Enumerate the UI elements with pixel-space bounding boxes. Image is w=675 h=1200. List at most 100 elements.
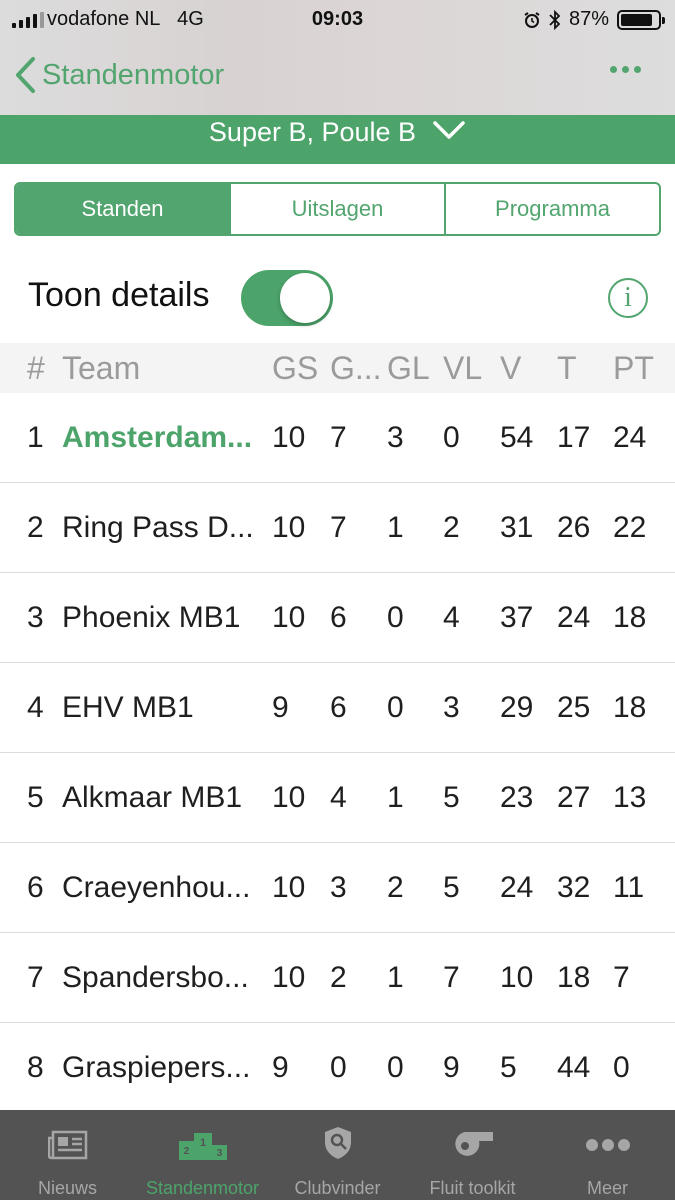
row-t: 18 [557, 960, 591, 994]
details-toggle[interactable] [241, 270, 333, 326]
row-pt: 18 [613, 600, 647, 634]
bottom-tab-bar: Nieuws 12 3 Standenmotor Clubvinder Fluit… [0, 1110, 675, 1200]
tab-clubvinder[interactable]: Clubvinder [270, 1110, 405, 1200]
status-bar: vodafone NL 4G 09:03 87% [0, 0, 675, 40]
row-t: 32 [557, 870, 591, 904]
row-v: 37 [500, 600, 534, 634]
row-pt: 0 [613, 1050, 630, 1084]
row-gs: 10 [272, 780, 306, 814]
row-pos: 1 [27, 420, 44, 454]
row-pos: 3 [27, 600, 44, 634]
bluetooth-icon [549, 9, 561, 30]
row-gs: 9 [272, 690, 289, 724]
table-row[interactable]: 7 Spandersbo... 10 2 1 7 10 18 7 [0, 933, 675, 1023]
row-g: 6 [330, 600, 347, 634]
row-gs: 10 [272, 420, 306, 454]
row-vl: 5 [443, 870, 460, 904]
row-v: 29 [500, 690, 534, 724]
standings-table: 1 Amsterdam... 10 7 3 0 54 17 24 2 Ring … [0, 393, 675, 1113]
tab-programma[interactable]: Programma [444, 184, 659, 234]
header-pt: PT [613, 349, 654, 386]
back-button[interactable]: Standenmotor [14, 56, 224, 94]
table-row[interactable]: 6 Craeyenhou... 10 3 2 5 24 32 11 [0, 843, 675, 933]
alarm-icon [524, 11, 540, 28]
tab-label: Standenmotor [145, 1178, 260, 1198]
row-t: 44 [557, 1050, 591, 1084]
row-team: Spandersbo... [62, 961, 249, 994]
row-team: EHV MB1 [62, 691, 194, 724]
tab-nieuws[interactable]: Nieuws [0, 1110, 135, 1200]
table-row[interactable]: 3 Phoenix MB1 10 6 0 4 37 24 18 [0, 573, 675, 663]
row-pt: 7 [613, 960, 630, 994]
row-pos: 4 [27, 690, 44, 724]
tab-label: Meer [586, 1178, 628, 1198]
table-row[interactable]: 4 EHV MB1 9 6 0 3 29 25 18 [0, 663, 675, 753]
row-vl: 5 [443, 780, 460, 814]
row-v: 5 [500, 1050, 517, 1084]
row-pos: 5 [27, 780, 44, 814]
tab-label: Nieuws [37, 1178, 98, 1198]
row-t: 27 [557, 780, 591, 814]
row-gl: 2 [387, 870, 404, 904]
row-team: Ring Pass D... [62, 511, 254, 544]
row-team: Phoenix MB1 [62, 601, 241, 634]
chevron-left-icon [16, 57, 35, 93]
row-pt: 11 [613, 870, 645, 904]
row-v: 54 [500, 420, 534, 454]
tab-fluit-toolkit[interactable]: Fluit toolkit [405, 1110, 540, 1200]
header-v: V [500, 349, 522, 386]
row-v: 10 [500, 960, 534, 994]
row-gl: 1 [387, 780, 404, 814]
row-g: 0 [330, 1050, 347, 1084]
row-g: 7 [330, 510, 347, 544]
table-row[interactable]: 1 Amsterdam... 10 7 3 0 54 17 24 [0, 393, 675, 483]
row-pos: 2 [27, 510, 44, 544]
status-right: 87% [523, 8, 665, 31]
row-pt: 24 [613, 420, 647, 454]
toggle-knob [280, 273, 330, 323]
row-g: 6 [330, 690, 347, 724]
tab-standenmotor[interactable]: 12 3 Standenmotor [135, 1110, 270, 1200]
row-gs: 10 [272, 600, 306, 634]
row-team: Craeyenhou... [62, 871, 251, 904]
info-icon[interactable]: i [608, 278, 648, 318]
chevron-down-icon [433, 121, 465, 139]
whistle-icon [454, 1132, 493, 1156]
table-row[interactable]: 8 Graspiepers... 9 0 0 9 5 44 0 [0, 1023, 675, 1113]
header-gs: GS [272, 349, 319, 386]
tab-label: Fluit toolkit [429, 1178, 516, 1198]
row-pos: 6 [27, 870, 44, 904]
svg-text:1: 1 [199, 1137, 205, 1149]
newspaper-icon [47, 1130, 87, 1160]
details-toggle-row: Toon details i [0, 262, 675, 334]
row-gl: 1 [387, 510, 404, 544]
row-t: 26 [557, 510, 591, 544]
row-gl: 0 [387, 600, 404, 634]
competition-selector[interactable]: Super B, Poule B [0, 115, 675, 164]
row-pos: 7 [27, 960, 44, 994]
row-gl: 0 [387, 690, 404, 724]
row-t: 17 [557, 420, 591, 454]
tab-label: Clubvinder [294, 1178, 381, 1198]
row-gs: 10 [272, 870, 306, 904]
table-row[interactable]: 2 Ring Pass D... 10 7 1 2 31 26 22 [0, 483, 675, 573]
row-vl: 0 [443, 420, 460, 454]
tab-meer[interactable]: Meer [540, 1110, 675, 1200]
tab-standen[interactable]: Standen [16, 184, 229, 234]
tab-uitslagen[interactable]: Uitslagen [229, 184, 444, 234]
row-team: Alkmaar MB1 [62, 781, 243, 814]
header-team: Team [62, 350, 141, 386]
row-vl: 2 [443, 510, 460, 544]
row-vl: 7 [443, 960, 460, 994]
row-team: Graspiepers... [62, 1051, 251, 1084]
more-options-button[interactable] [610, 66, 641, 73]
row-g: 7 [330, 420, 347, 454]
more-dots-icon [585, 1139, 630, 1151]
row-gl: 0 [387, 1050, 404, 1084]
row-t: 24 [557, 600, 591, 634]
row-v: 23 [500, 780, 534, 814]
podium-icon: 12 3 [178, 1133, 227, 1160]
shield-search-icon [324, 1127, 351, 1159]
table-row[interactable]: 5 Alkmaar MB1 10 4 1 5 23 27 13 [0, 753, 675, 843]
segmented-control: Standen Uitslagen Programma [14, 182, 661, 236]
